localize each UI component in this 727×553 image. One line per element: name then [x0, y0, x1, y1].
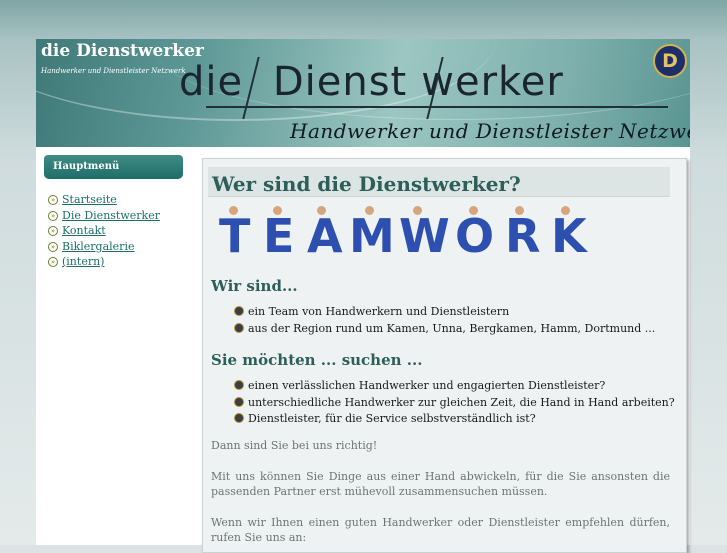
main-menu-header: Hauptmenü	[44, 155, 183, 179]
chevron-right-icon: »	[48, 226, 58, 236]
list-item: Dienstleister, für die Service selbstver…	[234, 412, 675, 429]
bullet-icon	[234, 396, 244, 407]
list-item-text: aus der Region rund um Kamen, Unna, Berg…	[248, 321, 656, 335]
paragraph-einer-hand: Mit uns können Sie Dinge aus einer Hand …	[211, 470, 670, 498]
site-title[interactable]: die Dienstwerker	[41, 41, 204, 61]
logo-subtitle: Handwerker und Dienstleister Netzwerk	[290, 119, 690, 143]
teamwork-letter: M	[349, 209, 395, 263]
worker-head-icon	[365, 206, 374, 215]
logo-underline	[206, 106, 668, 108]
sidebar: Hauptmenü » Startseite » Die Dienstwerker …	[44, 155, 183, 271]
worker-head-icon	[413, 206, 422, 215]
menu-item-biklergalerie: » Biklergalerie	[48, 240, 183, 256]
wir-sind-list: ein Team von Handwerkern und Dienstleist…	[234, 305, 655, 338]
chevron-right-icon: »	[48, 241, 58, 252]
section-heading-sie-moechten: Sie möchten ... suchen ...	[211, 351, 423, 369]
menu-link-startseite[interactable]: Startseite	[62, 193, 117, 206]
paragraph-richtig: Dann sind Sie bei uns richtig!	[211, 439, 378, 452]
logo-word-mid: Dienst	[272, 59, 408, 105]
worker-head-icon	[317, 206, 326, 215]
teamwork-letter: E	[263, 209, 295, 263]
list-item: ein Team von Handwerkern und Dienstleist…	[234, 305, 655, 322]
list-item-text: unterschiedliche Handwerker zur gleichen…	[248, 395, 675, 409]
worker-head-icon	[515, 206, 524, 215]
sie-moechten-list: einen verlässlichen Handwerker und engag…	[234, 379, 675, 429]
menu-item-startseite: » Startseite	[48, 193, 183, 209]
menu-link-die-dienstwerker[interactable]: Die Dienstwerker	[62, 209, 160, 222]
menu-link-kontakt[interactable]: Kontakt	[62, 224, 106, 237]
menu-item-die-dienstwerker: » Die Dienstwerker	[48, 209, 183, 225]
section-heading-wir-sind: Wir sind...	[211, 277, 298, 295]
list-item: aus der Region rund um Kamen, Unna, Berg…	[234, 322, 655, 339]
menu-link-intern[interactable]: (intern)	[62, 255, 104, 268]
logo-word-right: werker	[421, 59, 564, 105]
logo-word-left: die	[179, 59, 244, 105]
main-content: Wer sind die Dienstwerker? T E A M W O R…	[202, 158, 687, 553]
list-item-text: einen verlässlichen Handwerker und engag…	[248, 379, 606, 392]
main-menu: » Startseite » Die Dienstwerker » Kontakt »…	[48, 193, 183, 271]
page-container: die Dienst werker Handwerker und Dienstle…	[36, 39, 690, 553]
list-item: unterschiedliche Handwerker zur gleichen…	[234, 396, 675, 413]
site-tagline: Handwerker und Dienstleister Netzwerk	[41, 67, 186, 75]
teamwork-letter: K	[551, 209, 587, 263]
paragraph-anrufen: Wenn wir Ihnen einen guten Handwerker od…	[211, 516, 670, 544]
chevron-right-icon: »	[48, 210, 58, 221]
list-item: einen verlässlichen Handwerker und engag…	[234, 379, 675, 396]
site-header: die Dienst werker Handwerker und Dienstle…	[36, 39, 690, 147]
page-title: Wer sind die Dienstwerker?	[208, 167, 670, 197]
list-item-text: ein Team von Handwerkern und Dienstleist…	[248, 305, 510, 318]
bullet-icon	[234, 413, 244, 423]
teamwork-letter: O	[455, 209, 495, 263]
teamwork-image: T E A M W O R K	[215, 206, 591, 266]
logo-wordmark: die Dienst werker	[179, 59, 564, 105]
menu-item-kontakt: » Kontakt	[48, 224, 183, 240]
teamwork-letter: R	[505, 209, 541, 263]
logo-badge-icon: D	[653, 44, 687, 78]
chevron-right-icon: »	[48, 257, 58, 267]
worker-head-icon	[561, 206, 570, 215]
worker-head-icon	[469, 206, 478, 215]
teamwork-letter: A	[307, 209, 343, 263]
bullet-icon	[234, 322, 244, 333]
teamwork-letter: T	[219, 209, 251, 263]
list-item-text: Dienstleister, für die Service selbstver…	[248, 412, 536, 425]
teamwork-letter: W	[399, 209, 450, 263]
bullet-icon	[234, 380, 244, 390]
worker-head-icon	[229, 206, 238, 215]
bullet-icon	[234, 306, 244, 316]
chevron-right-icon: »	[48, 195, 58, 205]
menu-link-biklergalerie[interactable]: Biklergalerie	[62, 240, 134, 253]
menu-item-intern: » (intern)	[48, 255, 183, 271]
worker-head-icon	[273, 206, 282, 215]
